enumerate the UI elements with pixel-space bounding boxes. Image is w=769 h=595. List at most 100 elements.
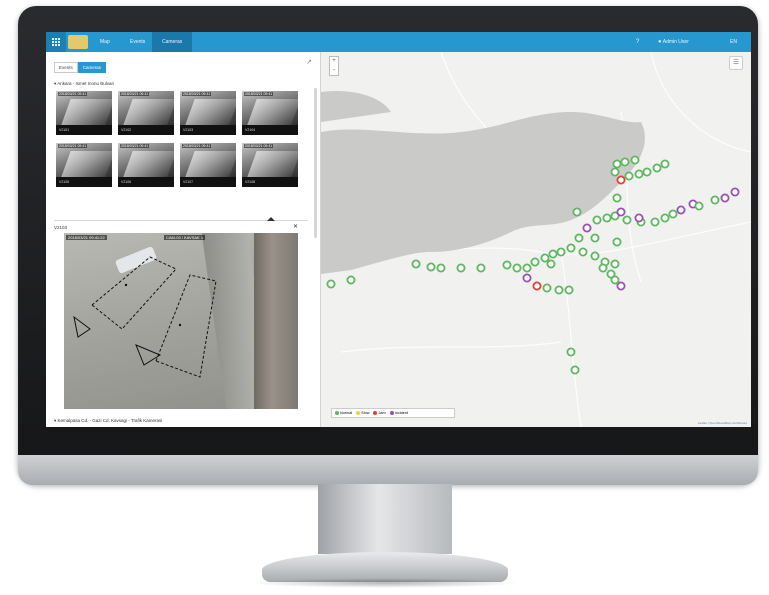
traffic-marker-normal[interactable]	[612, 193, 622, 203]
traffic-marker-normal[interactable]	[602, 213, 612, 223]
camera-group-title[interactable]: ▾ Ankara - Ismet Inonu Bulvari	[54, 81, 114, 87]
traffic-marker-normal[interactable]	[566, 243, 576, 253]
traffic-marker-jam[interactable]	[616, 175, 626, 185]
traffic-marker-normal[interactable]	[610, 259, 620, 269]
camera-thumbnail[interactable]: 2018/03/21 09:41 V2104	[242, 91, 298, 135]
traffic-marker-normal[interactable]	[620, 157, 630, 167]
map-canvas[interactable]	[321, 52, 751, 427]
traffic-marker-normal[interactable]	[622, 215, 632, 225]
traffic-marker-normal[interactable]	[426, 262, 436, 272]
traffic-marker-incident[interactable]	[522, 273, 532, 283]
traffic-marker-normal[interactable]	[578, 247, 588, 257]
traffic-marker-normal[interactable]	[598, 263, 608, 273]
traffic-marker-normal[interactable]	[502, 260, 512, 270]
traffic-marker-normal[interactable]	[610, 167, 620, 177]
nav-events[interactable]: Events	[120, 32, 155, 52]
traffic-marker-normal[interactable]	[610, 275, 620, 285]
close-icon[interactable]: ✕	[293, 223, 298, 230]
traffic-marker-normal[interactable]	[564, 285, 574, 295]
brand-logo[interactable]	[68, 35, 88, 49]
legend-item: Slow	[356, 411, 369, 415]
traffic-marker-normal[interactable]	[630, 155, 640, 165]
traffic-marker-normal[interactable]	[570, 365, 580, 375]
camera-thumbnail[interactable]: 2018/03/21 09:41 V2101	[56, 91, 112, 135]
traffic-marker-normal[interactable]	[540, 253, 550, 263]
camera-group-title-2[interactable]: ▾ Kemalpasa Cd. - Gazi Cd. Kavsagi - Tra…	[54, 418, 162, 424]
camera-group-label-2: Kemalpasa Cd. - Gazi Cd. Kavsagi - Trafi…	[57, 418, 163, 423]
top-bar: Map Events Cameras ? ● Admin User EN	[46, 32, 751, 52]
traffic-marker-normal[interactable]	[546, 259, 556, 269]
language-selector[interactable]: EN	[730, 32, 737, 52]
user-menu[interactable]: ● Admin User	[658, 32, 689, 52]
traffic-marker-incident[interactable]	[582, 223, 592, 233]
traffic-marker-normal[interactable]	[326, 279, 336, 289]
map-attribution[interactable]: Leaflet | OpenStreetMap contributors	[698, 421, 747, 425]
traffic-marker-incident[interactable]	[730, 187, 740, 197]
nav-cameras[interactable]: Cameras	[152, 32, 193, 52]
traffic-marker-normal[interactable]	[612, 237, 622, 247]
traffic-marker-normal[interactable]	[668, 209, 678, 219]
camera-thumbnail[interactable]: 2018/03/21 09:41 V2108	[242, 143, 298, 187]
nav-map[interactable]: Map	[90, 32, 120, 52]
camera-thumbnail[interactable]: 2018/03/21 09:41 V2105	[56, 143, 112, 187]
traffic-marker-normal[interactable]	[710, 195, 720, 205]
traffic-map[interactable]: + - ☰ Normal Slow Jam Incident Leaflet | Op…	[321, 52, 751, 427]
camera-caption: V2108	[242, 177, 298, 187]
tab-cameras[interactable]: Cameras	[77, 62, 107, 73]
camera-thumbnail[interactable]: 2018/03/21 09:41 V2102	[118, 91, 174, 135]
traffic-marker-normal[interactable]	[512, 263, 522, 273]
traffic-marker-normal[interactable]	[592, 215, 602, 225]
traffic-marker-normal[interactable]	[634, 169, 644, 179]
traffic-marker-normal[interactable]	[436, 263, 446, 273]
traffic-marker-normal[interactable]	[612, 159, 622, 169]
traffic-marker-normal[interactable]	[548, 249, 558, 259]
traffic-marker-normal[interactable]	[694, 201, 704, 211]
traffic-marker-normal[interactable]	[346, 275, 356, 285]
traffic-marker-normal[interactable]	[522, 263, 532, 273]
traffic-marker-incident[interactable]	[676, 205, 686, 215]
zoom-in-button[interactable]: +	[330, 57, 338, 66]
camera-video[interactable]: 2018/03/21 09:41:22 CAM-03 / KAVSAK 1	[64, 233, 298, 409]
traffic-marker-normal[interactable]	[411, 259, 421, 269]
zoom-control[interactable]: + -	[329, 56, 339, 76]
camera-thumbnail[interactable]: 2018/03/21 09:41 V2107	[180, 143, 236, 187]
traffic-marker-incident[interactable]	[616, 207, 626, 217]
tab-events[interactable]: Events	[54, 62, 78, 73]
traffic-marker-incident[interactable]	[616, 281, 626, 291]
traffic-marker-incident[interactable]	[720, 193, 730, 203]
traffic-marker-normal[interactable]	[574, 233, 584, 243]
traffic-marker-normal[interactable]	[476, 263, 486, 273]
traffic-marker-normal[interactable]	[660, 213, 670, 223]
panel-scrollbar[interactable]	[314, 88, 317, 238]
traffic-marker-normal[interactable]	[566, 347, 576, 357]
traffic-marker-normal[interactable]	[530, 257, 540, 267]
traffic-marker-normal[interactable]	[642, 167, 652, 177]
traffic-marker-normal[interactable]	[542, 283, 552, 293]
camera-thumbnail[interactable]: 2018/03/21 09:41 V2103	[180, 91, 236, 135]
traffic-marker-normal[interactable]	[456, 263, 466, 273]
traffic-marker-normal[interactable]	[590, 251, 600, 261]
camera-panel: Events Cameras ↗ ▾ Ankara - Ismet Inonu …	[46, 52, 321, 427]
traffic-marker-normal[interactable]	[556, 247, 566, 257]
camera-timestamp: 2018/03/21 09:41	[182, 92, 212, 96]
camera-thumbnail[interactable]: 2018/03/21 09:41 V2106	[118, 143, 174, 187]
water-inlet	[321, 90, 391, 122]
expand-icon[interactable]: ↗	[306, 58, 312, 66]
zoom-out-button[interactable]: -	[330, 66, 338, 75]
traffic-marker-normal[interactable]	[624, 171, 634, 181]
camera-timestamp: 2018/03/21 09:41	[244, 92, 274, 96]
traffic-marker-normal[interactable]	[650, 217, 660, 227]
traffic-marker-jam[interactable]	[532, 281, 542, 291]
camera-timestamp: 2018/03/21 09:41	[58, 92, 88, 96]
user-name: Admin User	[662, 39, 689, 45]
traffic-marker-incident[interactable]	[634, 213, 644, 223]
help-icon[interactable]: ?	[636, 32, 639, 52]
traffic-marker-normal[interactable]	[572, 207, 582, 217]
layers-icon[interactable]: ☰	[729, 56, 743, 70]
traffic-marker-normal[interactable]	[590, 233, 600, 243]
apps-menu-icon[interactable]	[46, 32, 66, 52]
traffic-marker-normal[interactable]	[652, 163, 662, 173]
legend-dot-icon	[373, 411, 378, 415]
traffic-marker-normal[interactable]	[554, 285, 564, 295]
traffic-marker-normal[interactable]	[660, 159, 670, 169]
